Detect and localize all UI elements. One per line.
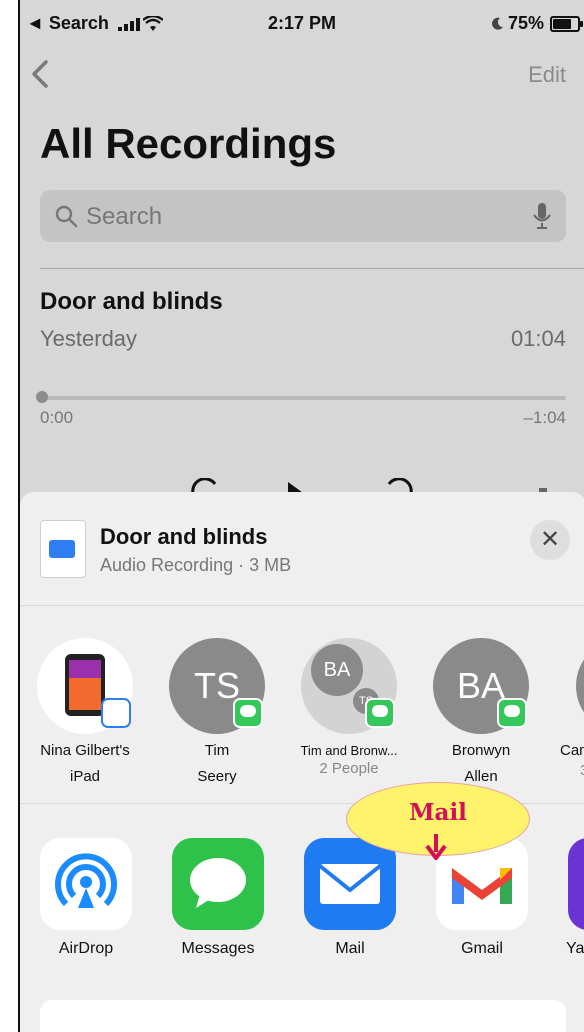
messages-icon [172, 838, 264, 930]
recording-date: Yesterday [40, 326, 138, 351]
close-button[interactable]: ✕ [530, 520, 570, 560]
avatar: BA [433, 638, 529, 734]
share-app-mail[interactable]: Mail [304, 838, 396, 958]
search-icon [55, 205, 78, 228]
recording-title[interactable]: Door and blinds [40, 288, 223, 316]
search-placeholder: Search [86, 203, 163, 230]
share-app-gmail[interactable]: Gmail [436, 838, 528, 958]
battery-percent: 75% [507, 13, 544, 33]
share-target-name: Bronwyn [451, 742, 511, 759]
share-app-label: Gmail [461, 940, 503, 957]
recording-duration: 01:04 [510, 326, 566, 351]
chevron-left-icon[interactable] [26, 56, 56, 92]
share-app-label: Ya [566, 940, 584, 957]
status-left: ◄ Search [26, 13, 163, 34]
share-target-name: Tim [204, 742, 230, 759]
microphone-icon[interactable] [532, 202, 552, 230]
scrubber-thumb[interactable] [36, 391, 48, 403]
nav-bar: Edit [20, 52, 584, 96]
share-target-sub: 2 People [319, 760, 379, 777]
avatar: TS [169, 638, 265, 734]
status-time: 2:17 PM [268, 13, 337, 33]
share-app-label: AirDrop [58, 940, 114, 957]
phone-screen: ◄ Search 2:17 PM 75% Edit All Recordings… [18, 0, 584, 1032]
share-app-label: Mail [335, 940, 365, 957]
ipad-avatar [37, 638, 133, 734]
share-target-nina-ipad[interactable]: Nina Gilbert's iPad [20, 638, 150, 786]
sheet-divider [20, 605, 584, 606]
share-target-bronwyn-allen[interactable]: BA Bronwyn Allen [416, 638, 546, 786]
share-target-sub: Seery [197, 768, 237, 785]
share-app-airdrop[interactable]: AirDrop [40, 838, 132, 958]
group-avatar-initials: BA [311, 644, 363, 696]
share-app-messages[interactable]: Messages [172, 838, 264, 958]
wifi-icon [142, 15, 163, 31]
share-target-name: Nina Gilbert's [40, 742, 130, 759]
audio-file-icon [40, 520, 86, 578]
share-target-sub: iPad [69, 768, 101, 785]
moon-icon [491, 17, 503, 30]
elapsed-time: 0:00 [40, 408, 74, 427]
action-row[interactable] [40, 1000, 566, 1032]
share-target-group[interactable]: BA TS Tim and Bronw... 2 People [284, 638, 414, 778]
status-right: 75% [490, 13, 583, 34]
arrow-down-icon [425, 834, 447, 860]
search-input[interactable]: Search [40, 190, 566, 242]
page-title: All Recordings [40, 120, 337, 167]
messages-badge-icon [233, 698, 263, 728]
share-target-tim-seery[interactable]: TS Tim Seery [152, 638, 282, 786]
group-avatar: BA TS [301, 638, 397, 734]
callout-text: Mail [409, 799, 467, 826]
airdrop-badge-icon [101, 698, 131, 728]
mail-icon [304, 838, 396, 930]
back-to-search-label[interactable]: ◄ Search [26, 13, 109, 34]
battery-icon [550, 15, 583, 32]
remaining-time: –1:04 [523, 408, 566, 427]
share-target-sub: 3 [580, 762, 584, 779]
cellular-icon [117, 17, 140, 31]
share-app-label: Messages [181, 940, 255, 957]
yahoo-mail-icon[interactable] [568, 838, 584, 930]
share-file-title: Door and blinds [100, 524, 268, 549]
messages-badge-icon [497, 698, 527, 728]
status-bar: ◄ Search 2:17 PM 75% [20, 0, 584, 46]
share-target-name: Cam [560, 742, 584, 759]
playback-scrubber[interactable] [40, 396, 566, 400]
share-file-subtitle: Audio Recording · 3 MB [100, 555, 292, 575]
list-divider [40, 268, 584, 269]
messages-badge-icon [365, 698, 395, 728]
edit-button[interactable]: Edit [528, 62, 566, 88]
share-target-name: Tim and Bronw... [300, 743, 398, 758]
airdrop-icon [40, 838, 132, 930]
